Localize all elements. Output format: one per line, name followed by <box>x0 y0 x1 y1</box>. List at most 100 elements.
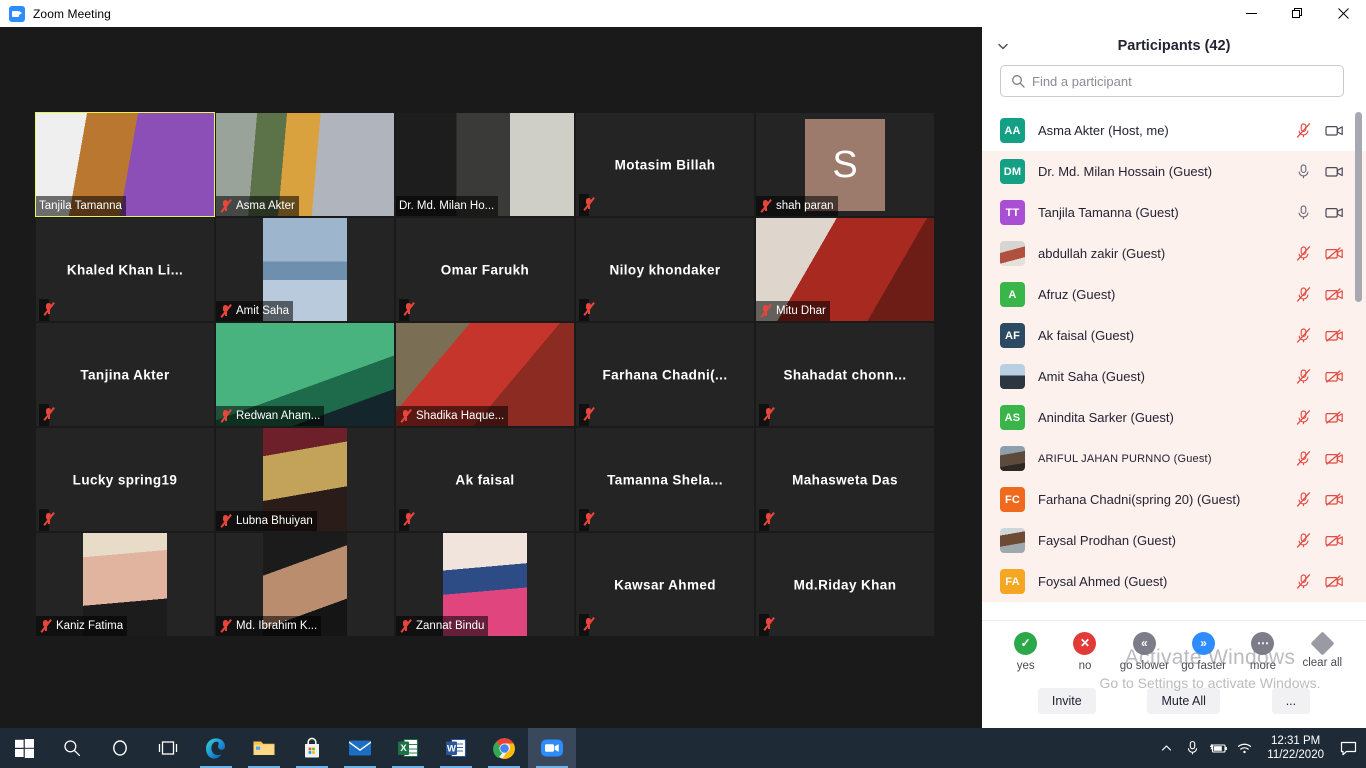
participant-row[interactable]: Amit Saha (Guest) <box>982 356 1366 397</box>
reaction-go-faster[interactable]: » go faster <box>1176 631 1232 672</box>
participant-row[interactable]: AS Anindita Sarker (Guest) <box>982 397 1366 438</box>
reaction-clear-all[interactable]: clear all <box>1294 630 1350 669</box>
participant-mic-toggle[interactable] <box>1296 450 1311 467</box>
participant-row[interactable]: Faysal Prodhan (Guest) <box>982 520 1366 561</box>
participant-camera-toggle[interactable] <box>1325 287 1344 302</box>
participants-scrollbar-thumb[interactable] <box>1355 112 1362 302</box>
taskbar-clock[interactable]: 12:31 PM 11/22/2020 <box>1257 734 1334 762</box>
maximize-button[interactable] <box>1274 0 1320 27</box>
participant-row[interactable]: abdullah zakir (Guest) <box>982 233 1366 274</box>
meeting-video-stage: Tanjila Tamanna Asma Akter Dr. Md. Milan H… <box>0 27 982 728</box>
reaction-more[interactable]: ⋯ more <box>1235 631 1291 672</box>
microphone-icon[interactable] <box>1179 740 1205 756</box>
participant-camera-toggle[interactable] <box>1325 205 1344 220</box>
video-tile[interactable]: Asma Akter <box>216 113 394 216</box>
file-explorer-button[interactable] <box>240 728 288 768</box>
participant-row[interactable]: FA Foysal Ahmed (Guest) <box>982 561 1366 602</box>
participant-row[interactable]: AA Asma Akter (Host, me) <box>982 110 1366 151</box>
reaction-go-slower[interactable]: « go slower <box>1116 631 1172 672</box>
participant-mic-toggle[interactable] <box>1296 491 1311 508</box>
video-tile[interactable]: Lubna Bhuiyan <box>216 428 394 531</box>
search-button[interactable] <box>48 728 96 768</box>
mail-button[interactable] <box>336 728 384 768</box>
participant-camera-toggle[interactable] <box>1325 246 1344 261</box>
video-tile[interactable]: Tanjila Tamanna <box>35 112 215 217</box>
more-options-button[interactable]: ... <box>1271 688 1311 714</box>
video-tile[interactable]: Tanjina Akter <box>36 323 214 426</box>
participant-mic-toggle[interactable] <box>1296 327 1311 344</box>
video-tile[interactable]: Mitu Dhar <box>756 218 934 321</box>
participant-row[interactable]: A Afruz (Guest) <box>982 274 1366 315</box>
participant-mic-toggle[interactable] <box>1296 122 1311 139</box>
participant-mic-toggle[interactable] <box>1296 409 1311 426</box>
video-tile[interactable]: Omar Farukh <box>396 218 574 321</box>
participant-camera-toggle[interactable] <box>1325 164 1344 179</box>
task-view-button[interactable] <box>144 728 192 768</box>
video-tile[interactable]: Ak faisal <box>396 428 574 531</box>
battery-charging-icon[interactable] <box>1205 741 1231 755</box>
participant-mic-toggle[interactable] <box>1296 573 1311 590</box>
chevron-down-icon[interactable] <box>996 39 1010 53</box>
video-tile[interactable]: Shadika Haque... <box>396 323 574 426</box>
participant-camera-toggle[interactable] <box>1325 123 1344 138</box>
participant-camera-toggle[interactable] <box>1325 328 1344 343</box>
video-tile[interactable]: Farhana Chadni(... <box>576 323 754 426</box>
video-tile[interactable]: Mahasweta Das <box>756 428 934 531</box>
participant-name: Afruz (Guest) <box>1038 287 1116 302</box>
participant-camera-toggle[interactable] <box>1325 369 1344 384</box>
participant-camera-toggle[interactable] <box>1325 492 1344 507</box>
reaction-label: yes <box>1016 659 1035 672</box>
participant-camera-toggle[interactable] <box>1325 574 1344 589</box>
video-tile[interactable]: Niloy khondaker <box>576 218 754 321</box>
video-tile[interactable]: Md. Ibrahim K... <box>216 533 394 636</box>
video-tile[interactable]: Zannat Bindu <box>396 533 574 636</box>
participant-row[interactable]: ARIFUL JAHAN PURNNO (Guest) <box>982 438 1366 479</box>
excel-button[interactable]: X <box>384 728 432 768</box>
participant-mic-toggle[interactable] <box>1296 204 1311 221</box>
video-tile[interactable]: Amit Saha <box>216 218 394 321</box>
participant-mic-toggle[interactable] <box>1296 163 1311 180</box>
participant-mic-toggle[interactable] <box>1296 368 1311 385</box>
participant-row[interactable]: DM Dr. Md. Milan Hossain (Guest) <box>982 151 1366 192</box>
cortana-button[interactable] <box>96 728 144 768</box>
search-box[interactable] <box>1000 65 1344 97</box>
microsoft-store-button[interactable] <box>288 728 336 768</box>
participant-mic-toggle[interactable] <box>1296 245 1311 262</box>
word-button[interactable]: W <box>432 728 480 768</box>
participant-mic-toggle[interactable] <box>1296 286 1311 303</box>
participant-camera-toggle[interactable] <box>1325 410 1344 425</box>
participant-mic-toggle[interactable] <box>1296 532 1311 549</box>
chevron-up-icon[interactable] <box>1153 742 1179 755</box>
participant-row[interactable]: AF Ak faisal (Guest) <box>982 315 1366 356</box>
participant-row[interactable]: FC Farhana Chadni(spring 20) (Guest) <box>982 479 1366 520</box>
participant-camera-toggle[interactable] <box>1325 533 1344 548</box>
video-tile[interactable]: Md.Riday Khan <box>756 533 934 636</box>
mute-all-button[interactable]: Mute All <box>1147 688 1220 714</box>
wifi-icon[interactable] <box>1231 741 1257 755</box>
invite-button[interactable]: Invite <box>1037 688 1096 714</box>
search-input[interactable] <box>1032 73 1333 89</box>
chrome-button[interactable] <box>480 728 528 768</box>
zoom-taskbar-button[interactable] <box>528 728 576 768</box>
notification-speech-icon[interactable] <box>1334 741 1362 756</box>
video-tile[interactable]: Shahadat chonn... <box>756 323 934 426</box>
video-tile[interactable]: Kawsar Ahmed <box>576 533 754 636</box>
video-tile[interactable]: Kaniz Fatima <box>36 533 214 636</box>
participant-row[interactable]: TT Tanjila Tamanna (Guest) <box>982 192 1366 233</box>
tile-participant-name: Amit Saha <box>236 305 290 317</box>
video-tile[interactable]: Khaled Khan Li... <box>36 218 214 321</box>
video-tile[interactable]: Motasim Billah <box>576 113 754 216</box>
video-tile[interactable]: Tamanna Shela... <box>576 428 754 531</box>
video-tile[interactable]: Sshah paran <box>756 113 934 216</box>
video-tile[interactable]: Dr. Md. Milan Ho... <box>396 113 574 216</box>
video-tile[interactable]: Lucky spring19 <box>36 428 214 531</box>
reaction-no[interactable]: ✕ no <box>1057 631 1113 672</box>
video-tile[interactable]: Redwan Aham... <box>216 323 394 426</box>
participant-camera-toggle[interactable] <box>1325 451 1344 466</box>
start-button[interactable] <box>0 728 48 768</box>
minimize-button[interactable] <box>1228 0 1274 27</box>
participants-list[interactable]: AA Asma Akter (Host, me) DM Dr. Md. Milan H… <box>982 110 1366 620</box>
edge-button[interactable] <box>192 728 240 768</box>
close-button[interactable] <box>1320 0 1366 27</box>
reaction-yes[interactable]: ✓ yes <box>998 631 1054 672</box>
